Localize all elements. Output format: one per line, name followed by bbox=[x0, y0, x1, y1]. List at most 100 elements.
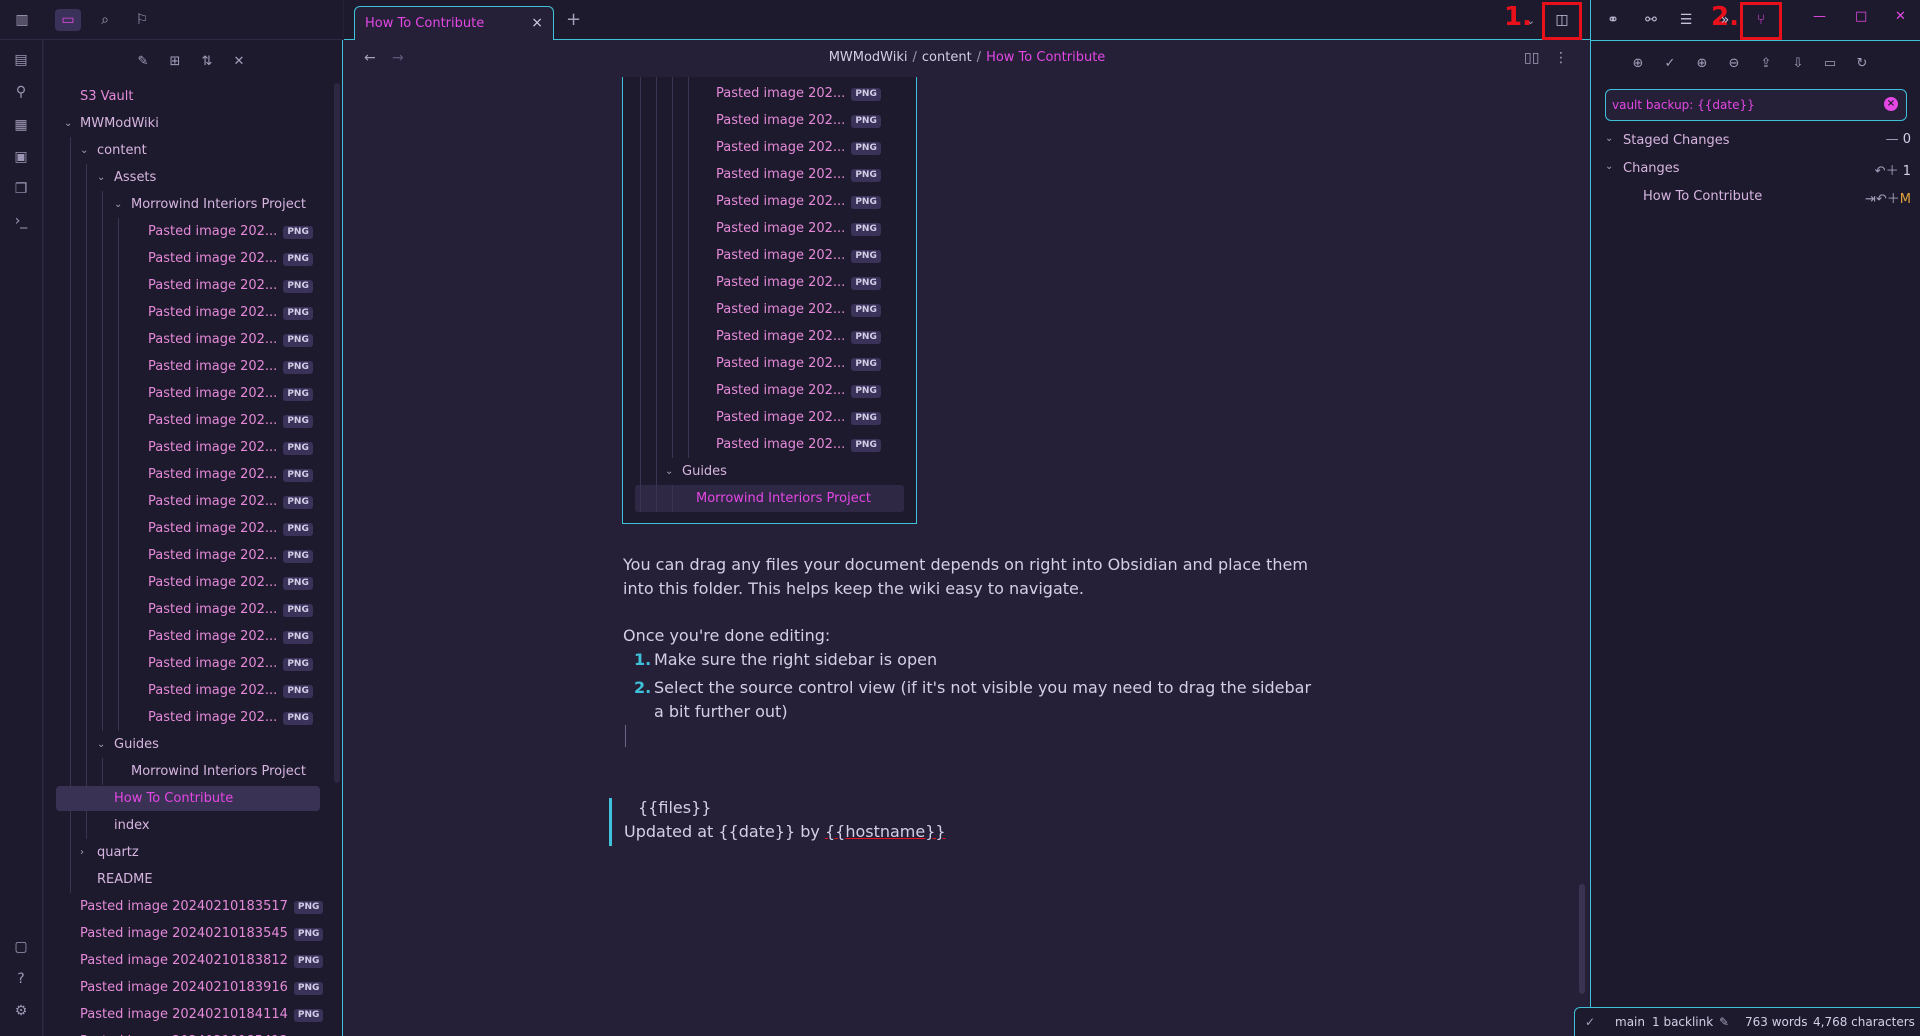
unstage-all-icon[interactable]: ⊖ bbox=[1723, 52, 1745, 74]
file-root-pasted-image[interactable]: Pasted image 20240210183916 PNG bbox=[44, 974, 334, 1001]
unlink-icon[interactable]: ⚯ bbox=[1637, 6, 1665, 34]
branch-name[interactable]: main bbox=[1615, 1015, 1645, 1029]
upload-icon[interactable]: ⇪ bbox=[1755, 52, 1777, 74]
chevron-right-icon: › bbox=[80, 847, 84, 858]
folder-quartz[interactable]: › quartz bbox=[44, 839, 334, 866]
file-root-pasted-image[interactable]: Pasted image 20240210183545 PNG bbox=[44, 920, 334, 947]
new-note-icon[interactable]: ✎ bbox=[132, 50, 154, 72]
calendar-icon[interactable]: ▣ bbox=[11, 147, 31, 167]
file-pasted-image[interactable]: Pasted image 202... PNG bbox=[44, 704, 334, 731]
file-pasted-image[interactable]: Pasted image 202... PNG bbox=[44, 380, 334, 407]
file-pasted-image[interactable]: Pasted image 202... PNG bbox=[44, 623, 334, 650]
file-index[interactable]: index bbox=[44, 812, 334, 839]
png-badge: PNG bbox=[283, 577, 313, 590]
file-root-pasted-image[interactable]: Pasted image 20240210184114 PNG bbox=[44, 1001, 334, 1028]
collapse-icon[interactable]: ✕ bbox=[228, 50, 250, 72]
obsidian-window: ▥ ▭ ⌕ ⚐ ▤ ⚲ ▦ ▣ ❐ ›_ ▢ ? ⚙ ✎ ⊞ ⇅ ✕ S3 Va… bbox=[0, 0, 1920, 1036]
png-badge: PNG bbox=[283, 469, 313, 482]
changes-header[interactable]: ⌄ Changes ↶＋ 1 bbox=[1605, 158, 1911, 182]
file-plus-icon[interactable]: ▤ bbox=[11, 50, 31, 70]
embedded-file-tree: Pasted image 202... PNG Pasted image 202..… bbox=[622, 77, 917, 524]
folder-mwmodwiki[interactable]: ⌄ MWModWiki bbox=[44, 110, 334, 137]
pencil-icon[interactable]: ✎ bbox=[1719, 1015, 1729, 1029]
file-pasted-image[interactable]: Pasted image 202... PNG bbox=[44, 218, 334, 245]
list-item: Pasted image 202...PNG bbox=[623, 431, 916, 458]
expand-icon[interactable]: » bbox=[1711, 6, 1739, 34]
help-icon[interactable]: ? bbox=[11, 969, 31, 989]
editor[interactable]: Pasted image 202... PNG Pasted image 202..… bbox=[344, 77, 1590, 1036]
tab-bar: How To Contribute × + ⌄ 1. ◫ bbox=[344, 0, 1590, 40]
search-icon[interactable]: ⌕ bbox=[92, 9, 118, 31]
toggle-right-sidebar-icon[interactable]: ◫ bbox=[1548, 6, 1576, 34]
folder-icon[interactable]: ▭ bbox=[55, 9, 81, 31]
file-pasted-image[interactable]: Pasted image 202... PNG bbox=[44, 299, 334, 326]
file-pasted-image[interactable]: Pasted image 202... PNG bbox=[44, 677, 334, 704]
source-control-icon[interactable]: ⑂ bbox=[1747, 6, 1775, 34]
new-tab-button[interactable]: + bbox=[566, 9, 581, 30]
file-pasted-image[interactable]: Pasted image 202... PNG bbox=[44, 596, 334, 623]
open-file-icon[interactable]: ⇥ bbox=[1865, 192, 1876, 207]
file-root-pasted-image[interactable]: Pasted image 20240210183812 PNG bbox=[44, 947, 334, 974]
backlink-count[interactable]: 1 backlink bbox=[1652, 1015, 1713, 1029]
maximize-icon[interactable]: □ bbox=[1855, 9, 1867, 24]
file-pasted-image[interactable]: Pasted image 202... PNG bbox=[44, 569, 334, 596]
file-root-pasted-image[interactable]: Pasted image 20240210185412PNG bbox=[44, 1028, 334, 1036]
copy-icon[interactable]: ❐ bbox=[11, 179, 31, 199]
window-close-icon[interactable]: ✕ bbox=[1895, 9, 1906, 24]
grid-icon[interactable]: ▦ bbox=[11, 115, 31, 135]
commit-message-input[interactable]: vault backup: {{date}} × bbox=[1605, 89, 1907, 121]
discard-icon[interactable]: ↶ bbox=[1876, 192, 1887, 207]
file-pasted-image[interactable]: Pasted image 202... PNG bbox=[44, 542, 334, 569]
editor-scrollbar[interactable] bbox=[1579, 884, 1585, 994]
vault-name[interactable]: S3 Vault bbox=[44, 83, 334, 110]
reading-view-icon[interactable]: ▯▯ bbox=[1524, 50, 1539, 66]
file-pasted-image[interactable]: Pasted image 202... PNG bbox=[44, 272, 334, 299]
folder-assets[interactable]: ⌄ Assets bbox=[44, 164, 334, 191]
unstage-icon[interactable]: — bbox=[1886, 132, 1903, 147]
gear-icon[interactable]: ⚙ bbox=[11, 1001, 31, 1021]
folder-guides[interactable]: ⌄ Guides bbox=[44, 731, 334, 758]
file-pasted-image[interactable]: Pasted image 202... PNG bbox=[44, 650, 334, 677]
minimize-icon[interactable]: — bbox=[1813, 9, 1826, 24]
stage-icon[interactable]: ＋ bbox=[1887, 192, 1900, 207]
tab-how-to-contribute[interactable]: How To Contribute × bbox=[354, 6, 554, 40]
character-count: 4,768 characters bbox=[1813, 1015, 1915, 1029]
explorer-scrollbar[interactable] bbox=[334, 83, 340, 783]
folder-morrowind-interiors[interactable]: ⌄ Morrowind Interiors Project bbox=[44, 191, 334, 218]
clear-icon[interactable]: × bbox=[1884, 97, 1898, 111]
sidebar-toggle-icon[interactable]: ▥ bbox=[9, 9, 35, 31]
discard-icon[interactable]: ↶ bbox=[1875, 164, 1886, 179]
commit-icon[interactable]: ✓ bbox=[1659, 52, 1681, 74]
download-icon[interactable]: ⇩ bbox=[1787, 52, 1809, 74]
link-icon[interactable]: ⚭ bbox=[1599, 6, 1627, 34]
file-guides-morrowind[interactable]: Morrowind Interiors Project bbox=[44, 758, 334, 785]
staged-changes-header[interactable]: ⌄ Staged Changes — 0 bbox=[1605, 130, 1911, 154]
refresh-icon[interactable]: ↻ bbox=[1851, 52, 1873, 74]
graph-icon[interactable]: ⚲ bbox=[11, 82, 31, 102]
sort-icon[interactable]: ⇅ bbox=[196, 50, 218, 72]
more-options-icon[interactable]: ⋮ bbox=[1554, 50, 1568, 66]
push-icon[interactable]: ⊕ bbox=[1627, 52, 1649, 74]
new-folder-icon[interactable]: ⊞ bbox=[164, 50, 186, 72]
close-icon[interactable]: × bbox=[531, 15, 543, 31]
stage-icon[interactable]: ＋ bbox=[1886, 164, 1903, 179]
file-pasted-image[interactable]: Pasted image 202... PNG bbox=[44, 515, 334, 542]
stage-all-icon[interactable]: ⊕ bbox=[1691, 52, 1713, 74]
file-pasted-image[interactable]: Pasted image 202... PNG bbox=[44, 488, 334, 515]
file-pasted-image[interactable]: Pasted image 202... PNG bbox=[44, 326, 334, 353]
file-pasted-image[interactable]: Pasted image 202... PNG bbox=[44, 245, 334, 272]
file-pasted-image[interactable]: Pasted image 202... PNG bbox=[44, 353, 334, 380]
file-pasted-image[interactable]: Pasted image 202... PNG bbox=[44, 434, 334, 461]
file-how-to-contribute[interactable]: How To Contribute bbox=[44, 785, 334, 812]
changed-file-row[interactable]: How To Contribute ⇥↶＋M bbox=[1605, 186, 1911, 210]
open-folder-icon[interactable]: ▭ bbox=[1819, 52, 1841, 74]
vault-icon[interactable]: ▢ bbox=[11, 937, 31, 957]
folder-content[interactable]: ⌄ content bbox=[44, 137, 334, 164]
file-readme[interactable]: README bbox=[44, 866, 334, 893]
terminal-icon[interactable]: ›_ bbox=[11, 211, 31, 231]
file-pasted-image[interactable]: Pasted image 202... PNG bbox=[44, 407, 334, 434]
outline-icon[interactable]: ☰ bbox=[1672, 6, 1700, 34]
bookmark-icon[interactable]: ⚐ bbox=[129, 9, 155, 31]
file-pasted-image[interactable]: Pasted image 202... PNG bbox=[44, 461, 334, 488]
file-root-pasted-image[interactable]: Pasted image 20240210183517 PNG bbox=[44, 893, 334, 920]
